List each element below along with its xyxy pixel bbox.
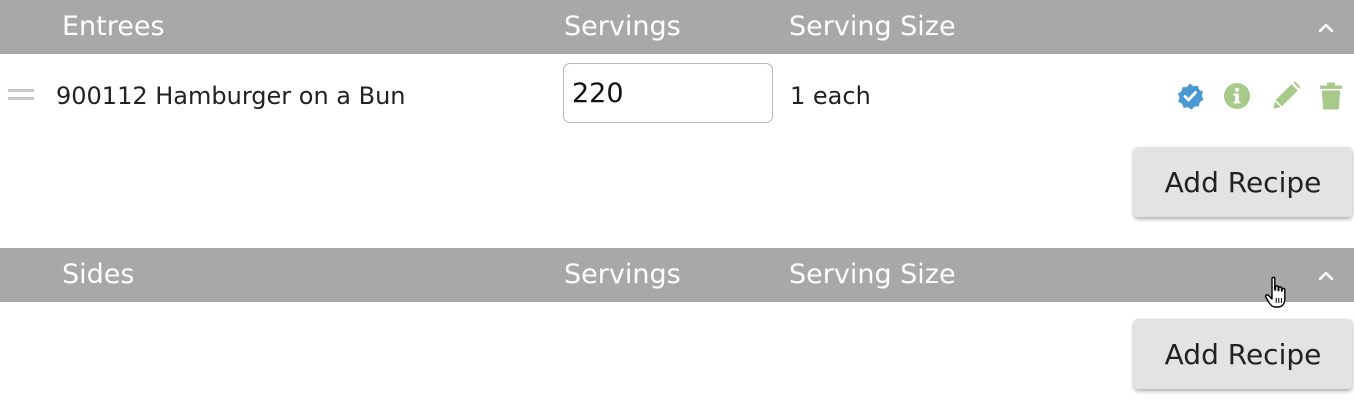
trash-icon: [1320, 82, 1342, 110]
sides-header-title: Sides: [62, 259, 135, 290]
entrees-add-recipe-button[interactable]: Add Recipe: [1134, 147, 1352, 217]
serving-size: 1 each: [790, 82, 871, 110]
entrees-section-header: Entrees Servings Serving Size: [0, 0, 1354, 54]
entrees-header-serving-size: Serving Size: [789, 11, 956, 42]
drag-handle-icon[interactable]: [8, 89, 34, 101]
menu-planner: Entrees Servings Serving Size 900112 Ham…: [0, 0, 1354, 420]
entrees-collapse-button[interactable]: [1312, 13, 1340, 41]
delete-button[interactable]: [1316, 81, 1346, 111]
sides-collapse-button[interactable]: [1312, 261, 1340, 289]
pencil-icon: [1273, 81, 1301, 109]
sides-add-recipe-button[interactable]: Add Recipe: [1134, 319, 1352, 389]
chevron-up-icon: [1318, 271, 1334, 281]
sides-header-serving-size: Serving Size: [789, 259, 956, 290]
edit-button[interactable]: [1271, 81, 1301, 111]
servings-input[interactable]: [563, 63, 773, 123]
info-button[interactable]: [1222, 81, 1252, 111]
verified-badge-button[interactable]: [1175, 81, 1205, 111]
entrees-header-title: Entrees: [62, 11, 165, 42]
sides-header-servings: Servings: [564, 259, 681, 290]
info-icon: [1224, 83, 1250, 109]
recipe-name: 900112 Hamburger on a Bun: [56, 82, 406, 110]
sides-section-header: Sides Servings Serving Size: [0, 248, 1354, 302]
chevron-up-icon: [1318, 23, 1334, 33]
entree-recipe-row: 900112 Hamburger on a Bun 1 each: [0, 54, 1354, 138]
verified-badge-icon: [1177, 83, 1204, 110]
entrees-header-servings: Servings: [564, 11, 681, 42]
